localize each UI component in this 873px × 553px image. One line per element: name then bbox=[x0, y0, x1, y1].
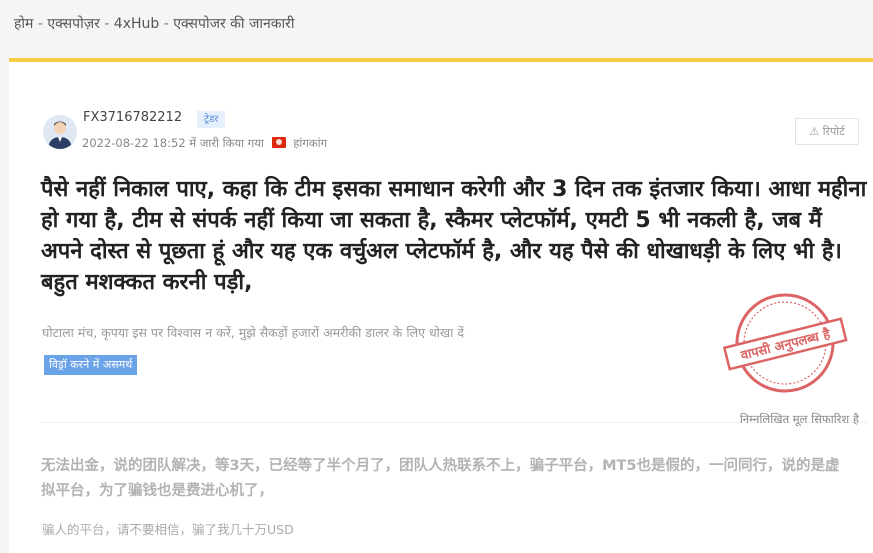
refund-unavailable-stamp: वापसी अनुपलब्ध है bbox=[722, 293, 848, 393]
recommend-note: निम्नलिखित मूल सिफारिश है bbox=[739, 412, 859, 426]
breadcrumb-exposure[interactable]: एक्सपोज़र bbox=[47, 16, 99, 32]
status-tag: विड्रॉ करने में असमर्थ bbox=[44, 355, 138, 375]
breadcrumb-separator: - bbox=[33, 16, 48, 32]
role-badge: ट्रेडर bbox=[197, 111, 226, 128]
breadcrumb-home[interactable]: होम bbox=[14, 16, 33, 32]
original-title: 无法出金，说的团队解决，等3天，已经等了半个月了，团队人热联系不上，骗子平台，M… bbox=[41, 458, 840, 499]
user-avatar-icon[interactable] bbox=[43, 115, 77, 149]
hong-kong-flag-icon bbox=[271, 137, 286, 148]
post-title: पैसे नहीं निकाल पाए, कहा कि टीम इसका समा… bbox=[41, 177, 867, 295]
original-subtitle: 骗人的平台，请不要相信，骗了我几十万USD bbox=[42, 522, 294, 537]
breadcrumb-current: एक्सपोजर की जानकारी bbox=[173, 16, 295, 32]
breadcrumb-broker[interactable]: 4xHub bbox=[114, 16, 159, 32]
report-label: रिपोर्ट bbox=[822, 125, 845, 138]
post-subtitle: घोटाला मंच, कृपया इस पर विश्वास न करें, … bbox=[42, 325, 464, 340]
username[interactable]: FX3716782212 bbox=[83, 110, 182, 125]
report-button[interactable]: ⚠ रिपोर्ट bbox=[795, 118, 859, 145]
post-datetime: 2022-08-22 18:52 bbox=[82, 136, 186, 150]
breadcrumb-separator: - bbox=[159, 16, 174, 32]
stamp-text: वापसी अनुपलब्ध है bbox=[738, 326, 833, 364]
warning-triangle-icon: ⚠ bbox=[809, 125, 820, 138]
exposure-card: FX3716782212 ट्रेडर 2022-08-22 18:52 में… bbox=[9, 58, 873, 553]
published-label: में जारी किया गया bbox=[189, 136, 264, 150]
breadcrumb: होम - एक्सपोज़र - 4xHub - एक्सपोजर की जा… bbox=[14, 14, 294, 33]
region-label: हांगकांग bbox=[293, 136, 328, 150]
breadcrumb-separator: - bbox=[99, 16, 114, 32]
post-meta: 2022-08-22 18:52 में जारी किया गया हांगक… bbox=[82, 136, 327, 151]
